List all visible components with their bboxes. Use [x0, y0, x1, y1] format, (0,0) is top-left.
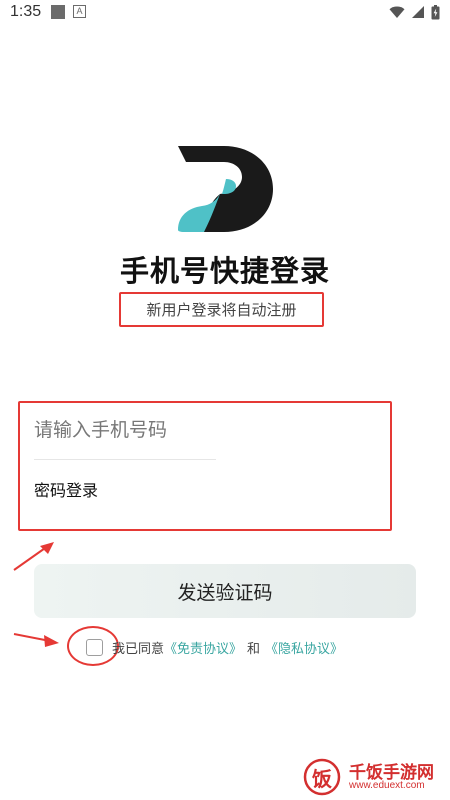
page-title: 手机号快捷登录	[119, 254, 330, 288]
phone-number-input[interactable]	[34, 411, 334, 449]
notification-square-icon	[51, 5, 65, 19]
watermark-url: www.eduext.com	[349, 780, 425, 791]
agreement-checkbox[interactable]	[86, 638, 103, 656]
send-code-button[interactable]: 发送验证码	[34, 564, 416, 618]
status-bar: 1:35 A	[0, 0, 450, 24]
annotation-arrow-icon	[13, 633, 59, 647]
privacy-link[interactable]: 《隐私协议》	[265, 638, 343, 657]
page-subtitle: 新用户登录将自动注册	[146, 301, 297, 319]
wifi-icon	[389, 6, 405, 18]
input-divider	[34, 459, 216, 460]
subtitle-annotation-box: 新用户登录将自动注册	[119, 292, 324, 327]
agreement-and: 和	[247, 641, 261, 657]
terms-link[interactable]: 《免责协议》	[164, 638, 242, 657]
app-logo-icon	[178, 146, 273, 232]
agreement-prefix: 我已同意	[112, 641, 165, 657]
notification-a-icon: A	[73, 5, 86, 18]
cell-signal-icon	[412, 6, 424, 18]
battery-icon	[431, 4, 440, 19]
login-form-annotation-box: 密码登录	[18, 401, 392, 531]
status-time: 1:35	[10, 3, 42, 20]
agreement-row: 我已同意 《免责协议》 和 《隐私协议》	[86, 634, 343, 660]
watermark: 饭 千饭手游网 www.eduext.com	[303, 758, 443, 796]
password-login-link[interactable]: 密码登录	[34, 477, 98, 501]
status-icons	[389, 4, 440, 20]
watermark-badge-text: 饭	[312, 766, 332, 791]
